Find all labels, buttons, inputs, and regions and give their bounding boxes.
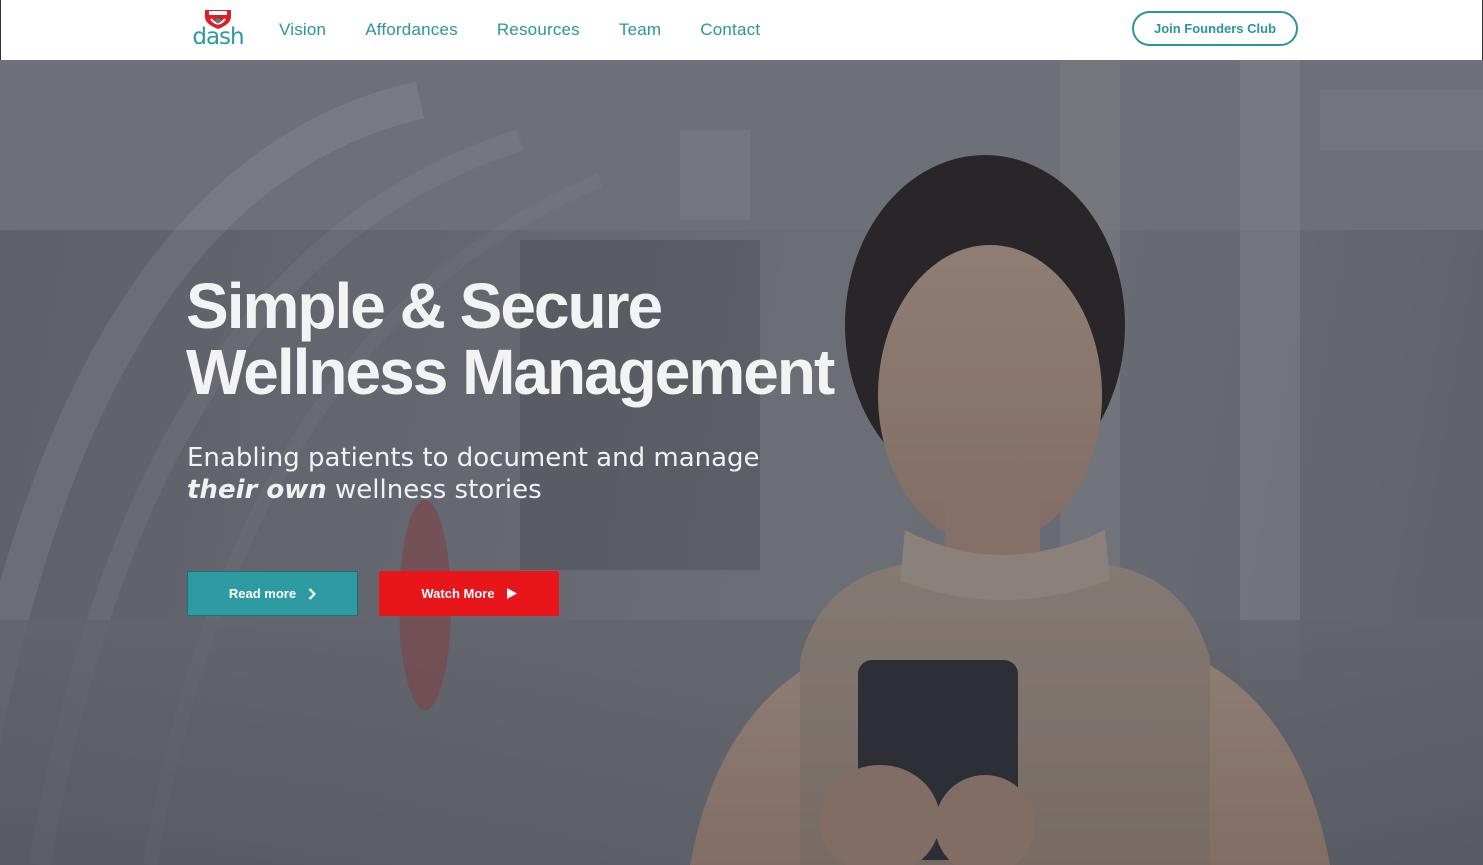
watch-more-button[interactable]: Watch More: [379, 571, 559, 616]
hero-subtitle-line-2: wellness stories: [335, 475, 542, 505]
hero-subtitle: Enabling patients to document and manage…: [187, 442, 887, 506]
nav-contact[interactable]: Contact: [700, 20, 760, 40]
site-header: dash Vision Affordances Resources Team C…: [0, 0, 1483, 60]
hero-title-line-1: Simple & Secure: [186, 270, 663, 342]
page: dash Vision Affordances Resources Team C…: [0, 0, 1483, 865]
logo-wordmark: dash: [192, 24, 244, 50]
hero-title-line-2: Wellness Management: [186, 336, 835, 408]
read-more-button[interactable]: Read more: [187, 571, 358, 616]
chevron-right-icon: [308, 587, 317, 600]
dash-logo[interactable]: dash: [189, 8, 247, 52]
join-founders-club-button[interactable]: Join Founders Club: [1132, 11, 1298, 46]
play-icon: [506, 588, 517, 599]
read-more-label: Read more: [228, 586, 297, 601]
nav-team[interactable]: Team: [619, 20, 661, 40]
nav-vision[interactable]: Vision: [279, 20, 326, 40]
nav-resources[interactable]: Resources: [497, 20, 580, 40]
watch-more-label: Watch More: [421, 586, 495, 601]
hero-title: Simple & Secure Wellness Management: [186, 273, 986, 405]
hero-subtitle-emphasis: their own: [187, 475, 327, 505]
hero-section: Simple & Secure Wellness Management Enab…: [0, 60, 1483, 865]
main-nav: Vision Affordances Resources Team Contac…: [279, 0, 799, 60]
hero-subtitle-line-1: Enabling patients to document and manage: [187, 443, 760, 473]
nav-affordances[interactable]: Affordances: [365, 20, 458, 40]
